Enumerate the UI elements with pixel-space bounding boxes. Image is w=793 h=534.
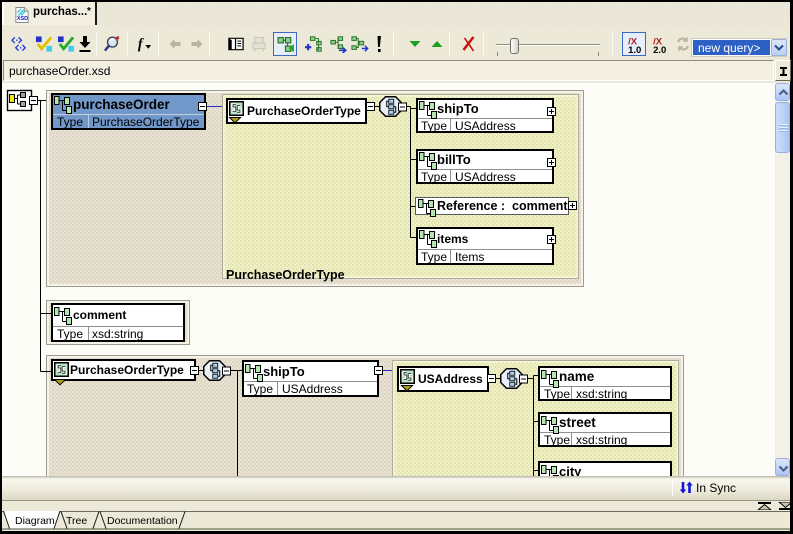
svg-text:f: f [138, 37, 144, 53]
svg-text:1.0: 1.0 [628, 45, 641, 54]
svg-text:Tree: Tree [66, 515, 87, 527]
svg-text:2.0: 2.0 [653, 45, 666, 54]
svg-text:XSD: XSD [17, 16, 28, 22]
svg-text:Documentation: Documentation [107, 515, 178, 527]
svg-text:Diagram: Diagram [15, 515, 55, 527]
